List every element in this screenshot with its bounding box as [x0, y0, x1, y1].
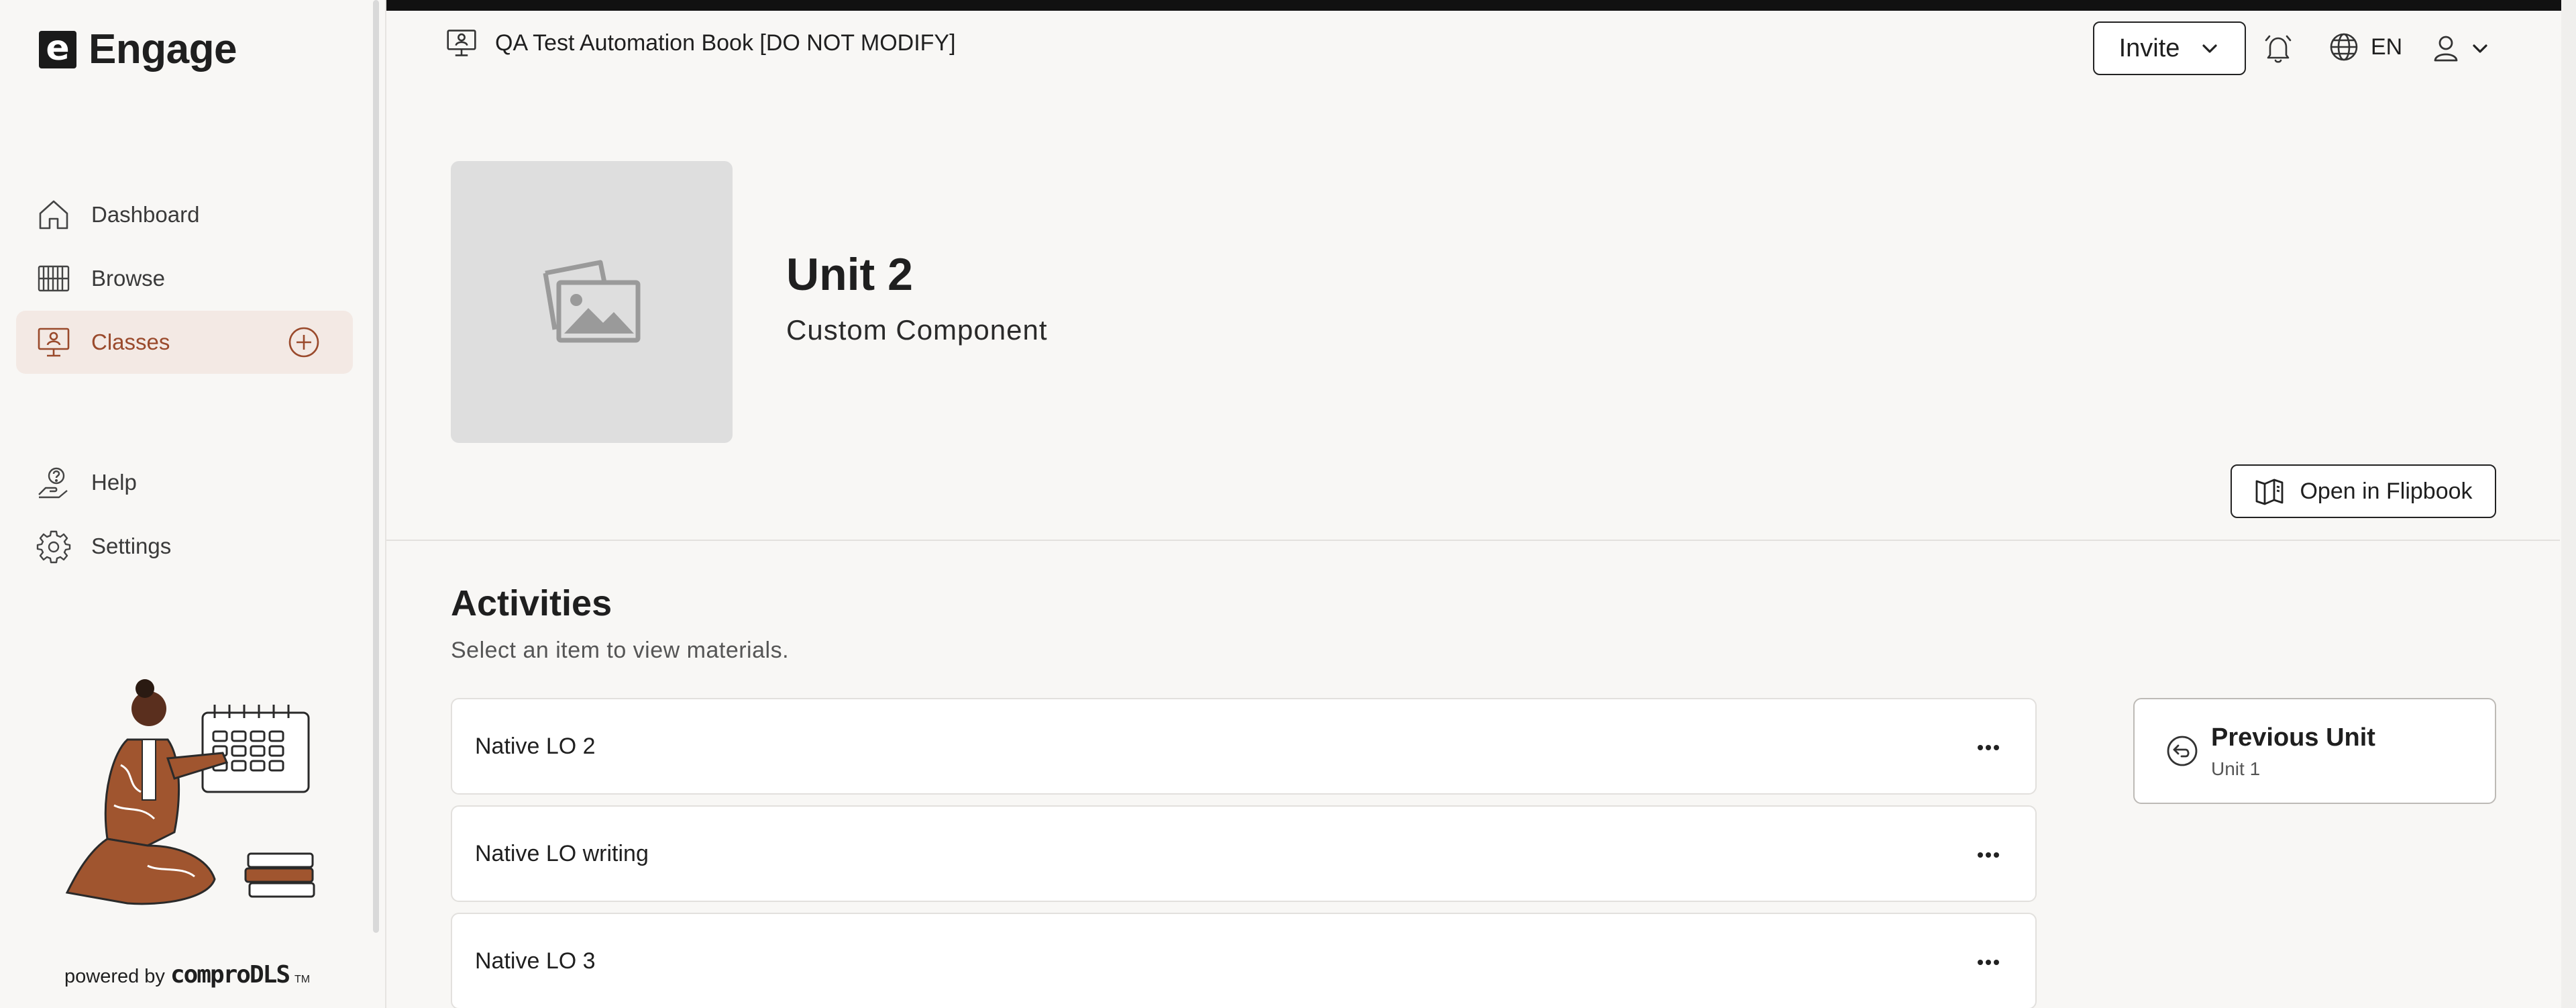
sidebar-scrollbar[interactable]: [373, 0, 379, 933]
app-name: Engage: [89, 26, 237, 72]
previous-unit-name: Unit 1: [2211, 758, 2261, 779]
book-open-icon: [2256, 478, 2284, 505]
home-icon: [39, 200, 68, 230]
sidebar-item-label: Classes: [91, 330, 170, 354]
sidebar-item-help[interactable]: Help: [16, 451, 353, 514]
sidebar-item-label: Dashboard: [91, 202, 200, 227]
class-name: QA Test Automation Book [DO NOT MODIFY]: [495, 30, 956, 56]
sidebar-item-label: Help: [91, 470, 137, 495]
sidebar-divider: [385, 0, 386, 1008]
page-scrollbar[interactable]: [2561, 0, 2576, 1008]
invite-label: Invite: [2118, 34, 2180, 62]
help-icon: [38, 467, 68, 499]
activity-item[interactable]: Native LO writing: [451, 805, 2037, 902]
unit-thumbnail: [451, 161, 733, 443]
activity-label: Native LO 2: [475, 733, 596, 759]
notification-bell-icon[interactable]: [2262, 32, 2294, 64]
classroom-icon: [447, 30, 476, 56]
logo-mark: e: [39, 30, 76, 68]
more-options-icon[interactable]: [1974, 733, 2003, 762]
user-menu[interactable]: [2431, 34, 2490, 63]
activity-label: Native LO 3: [475, 948, 596, 974]
plus-circle-icon[interactable]: [288, 326, 320, 358]
sidebar-item-dashboard[interactable]: Dashboard: [16, 183, 353, 246]
language-code: EN: [2371, 34, 2403, 60]
top-accent-bar: [386, 0, 2561, 11]
user-icon: [2434, 36, 2458, 62]
unit-title: Unit 2: [786, 249, 913, 300]
activity-label: Native LO writing: [475, 840, 649, 866]
chevron-down-icon: [2202, 44, 2218, 53]
teacher-illustration: [65, 679, 315, 905]
trademark: TM: [294, 974, 311, 985]
powered-by: powered by comproDLS TM: [64, 961, 310, 989]
invite-button[interactable]: Invite: [2093, 21, 2246, 75]
previous-unit-label: Previous Unit: [2211, 723, 2375, 752]
sidebar-item-label: Settings: [91, 534, 172, 558]
chevron-down-icon: [2473, 44, 2487, 53]
more-options-icon[interactable]: [1974, 948, 2003, 977]
more-options-icon[interactable]: [1974, 840, 2003, 870]
image-placeholder-icon: [543, 260, 641, 343]
open-flipbook-button[interactable]: Open in Flipbook: [2231, 464, 2496, 518]
open-flipbook-label: Open in Flipbook: [2300, 478, 2473, 504]
globe-icon: [2330, 33, 2358, 61]
sidebar-item-label: Browse: [91, 266, 166, 291]
back-arrow-circle-icon: [2167, 736, 2198, 766]
sidebar-item-settings[interactable]: Settings: [16, 515, 353, 578]
powered-by-text: powered by: [64, 966, 165, 987]
sidebar: e Engage Dashboard Browse Classes Help S…: [0, 0, 386, 1008]
header: QA Test Automation Book [DO NOT MODIFY] …: [386, 11, 2576, 85]
sidebar-item-classes[interactable]: Classes: [16, 311, 353, 374]
gear-icon: [36, 530, 71, 564]
activities-title: Activities: [451, 583, 612, 623]
current-class[interactable]: QA Test Automation Book [DO NOT MODIFY]: [445, 27, 956, 59]
books-icon: [38, 265, 70, 292]
powered-by-brand: comproDLS: [170, 961, 290, 989]
classroom-icon: [38, 327, 70, 357]
unit-subtitle: Custom Component: [786, 314, 1048, 346]
previous-unit-card[interactable]: Previous Unit Unit 1: [2133, 698, 2496, 804]
app-logo[interactable]: e Engage: [39, 26, 237, 73]
sidebar-item-browse[interactable]: Browse: [16, 247, 353, 310]
language-selector[interactable]: EN: [2328, 31, 2402, 63]
activity-item[interactable]: Native LO 3: [451, 913, 2037, 1008]
activity-item[interactable]: Native LO 2: [451, 698, 2037, 795]
section-divider: [386, 540, 2560, 541]
activities-subtitle: Select an item to view materials.: [451, 638, 790, 663]
